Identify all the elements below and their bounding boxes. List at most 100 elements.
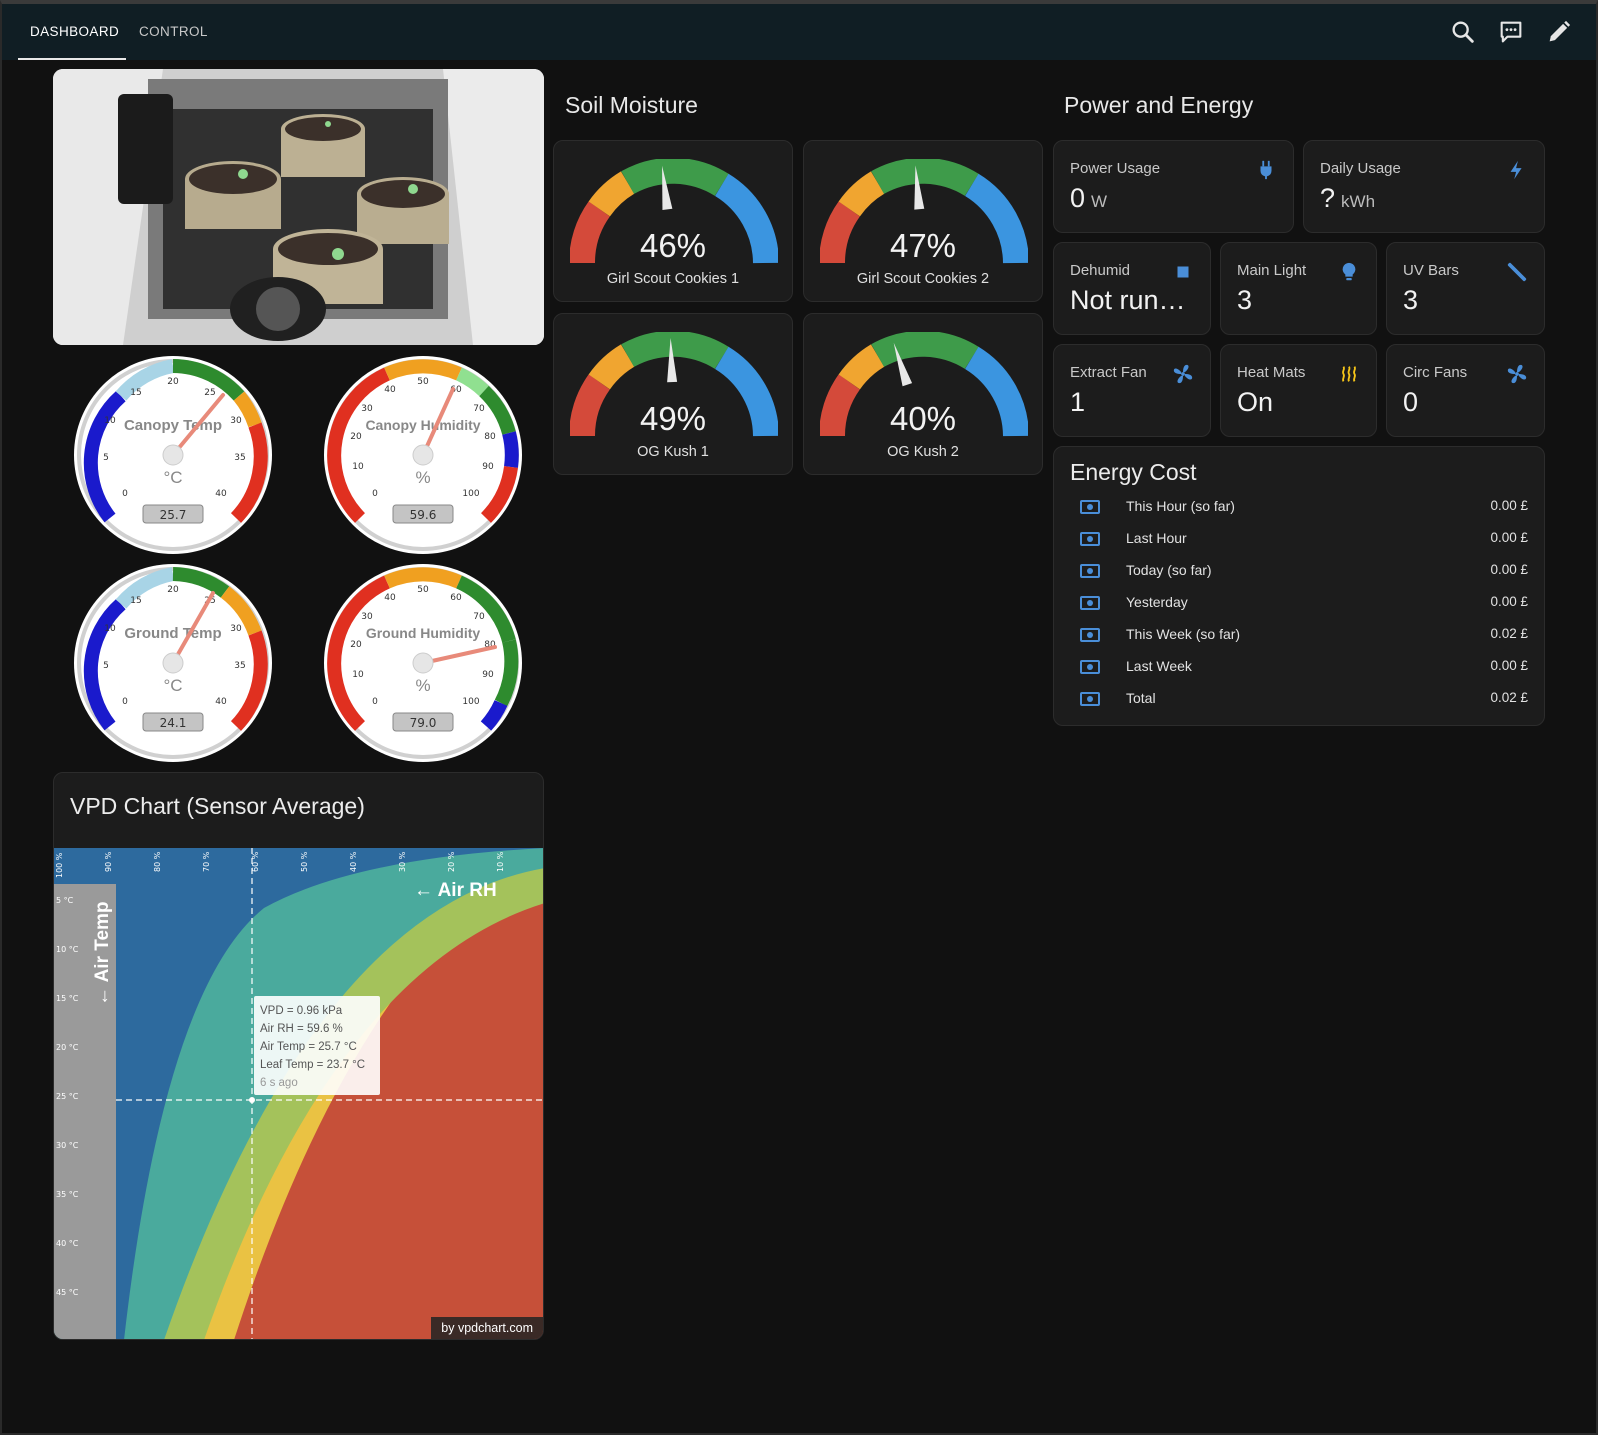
dehumid-card[interactable]: Dehumid Not running: [1053, 242, 1211, 335]
uv-bars-card[interactable]: UV Bars 3: [1386, 242, 1545, 335]
circ-fans-card[interactable]: Circ Fans 0: [1386, 344, 1545, 437]
tick-label: 70: [473, 404, 485, 414]
rh-tick: 50 %: [300, 851, 309, 872]
soil-gauge-card[interactable]: 47% Girl Scout Cookies 2: [803, 140, 1043, 302]
tick-label: 30: [361, 612, 373, 622]
vpd-chart-title: VPD Chart (Sensor Average): [70, 793, 365, 819]
lightning-bolt-icon: [1510, 160, 1522, 180]
tick-label: 10: [352, 670, 364, 680]
ground-temp-gauge: 0 5 10 15 20 25 30 35 40 Ground Temp °C …: [74, 564, 272, 762]
gauge-readout: 25.7: [160, 508, 187, 522]
cost-row[interactable]: Last Week 0.00 £: [1054, 651, 1544, 683]
tick-label: 90: [482, 462, 494, 472]
cost-row[interactable]: Today (so far) 0.00 £: [1054, 555, 1544, 587]
assist-chat-icon[interactable]: [1497, 18, 1525, 46]
rh-tick: 40 %: [349, 851, 358, 872]
gauge-title: Ground Temp: [124, 625, 221, 642]
entity-name: Heat Mats: [1237, 364, 1306, 381]
temp-tick: 10 °C: [56, 945, 79, 954]
soil-gauge-name: Girl Scout Cookies 1: [606, 271, 740, 287]
edit-pencil-icon[interactable]: [1545, 18, 1573, 46]
tab-control[interactable]: CONTROL: [139, 4, 208, 60]
cost-label: Last Week: [1126, 658, 1192, 674]
gauge-readout: 59.6: [410, 508, 437, 522]
temp-tick: 25 °C: [56, 1092, 79, 1101]
cost-label: Total: [1126, 690, 1156, 706]
extract-fan-card[interactable]: Extract Fan 1: [1053, 344, 1211, 437]
heat-mats-card[interactable]: Heat Mats On: [1220, 344, 1377, 437]
search-icon[interactable]: [1449, 18, 1477, 46]
gauge-readout: 24.1: [160, 716, 187, 730]
fan-icon: [1173, 364, 1193, 384]
gauge-title: Ground Humidity: [366, 625, 481, 641]
entity-unit: kWh: [1341, 192, 1376, 211]
top-app-bar: DASHBOARD CONTROL: [2, 4, 1596, 60]
camera-image: [53, 69, 544, 345]
vpdchart-credit-link[interactable]: by vpdchart.com: [431, 1317, 543, 1339]
cash-icon: [1080, 532, 1100, 546]
power-plug-icon: [1260, 160, 1272, 180]
air-temp-axis-label: ← Air Temp: [92, 901, 113, 1006]
entity-name: Dehumid: [1070, 262, 1131, 279]
tick-label: 0: [122, 697, 128, 707]
cash-icon: [1080, 500, 1100, 514]
tick-label: 0: [372, 489, 378, 499]
tooltip-leaf-temp: Leaf Temp = 23.7 °C: [260, 1059, 366, 1071]
tick-label: 20: [350, 432, 362, 442]
power-usage-card[interactable]: Power Usage 0W: [1053, 140, 1294, 233]
cost-row[interactable]: This Hour (so far) 0.00 £: [1054, 491, 1544, 523]
tick-label: 30: [361, 404, 373, 414]
rh-tick: 20 %: [447, 851, 456, 872]
tick-label: 100: [462, 489, 479, 499]
rh-tick: 30 %: [398, 851, 407, 872]
gauge-title: Canopy Humidity: [365, 417, 480, 433]
cost-row[interactable]: Total 0.02 £: [1054, 683, 1544, 715]
main-light-card[interactable]: Main Light 3: [1220, 242, 1377, 335]
entity-value: 1: [1070, 387, 1086, 417]
cost-value: 0.00 £: [1490, 594, 1528, 609]
tick-label: 90: [482, 670, 494, 680]
power-energy-title: Power and Energy: [1064, 92, 1254, 118]
entity-value: 3: [1403, 285, 1419, 315]
tooltip-vpd: VPD = 0.96 kPa: [260, 1005, 343, 1017]
cost-label: Today (so far): [1126, 562, 1212, 578]
cost-value: 0.00 £: [1490, 498, 1528, 513]
air-rh-axis-label: ← Air RH: [414, 880, 497, 901]
daily-usage-card[interactable]: Daily Usage ? kWh: [1303, 140, 1545, 233]
cost-row[interactable]: Last Hour 0.00 £: [1054, 523, 1544, 555]
tab-dashboard[interactable]: DASHBOARD: [30, 4, 119, 60]
tick-label: 50: [417, 377, 429, 387]
tick-label: 35: [234, 453, 245, 463]
tick-label: 10: [352, 462, 364, 472]
entity-unit: W: [1091, 192, 1108, 211]
tick-label: 40: [215, 489, 227, 499]
entity-name: Power Usage: [1070, 160, 1161, 177]
cost-row[interactable]: Yesterday 0.00 £: [1054, 587, 1544, 619]
temp-tick: 45 °C: [56, 1288, 79, 1297]
tick-label: 0: [372, 697, 378, 707]
cost-label: Last Hour: [1126, 530, 1187, 546]
heat-waves-icon: [1342, 366, 1356, 382]
gauge-unit: °C: [163, 676, 182, 695]
entity-name: Extract Fan: [1070, 364, 1147, 381]
cash-icon: [1080, 596, 1100, 610]
cost-row[interactable]: This Week (so far) 0.02 £: [1054, 619, 1544, 651]
gauge-unit: °C: [163, 468, 182, 487]
soil-gauge-card[interactable]: 40% OG Kush 2: [803, 313, 1043, 475]
entity-name: UV Bars: [1403, 262, 1459, 279]
rh-tick: 70 %: [202, 851, 211, 872]
grow-tent-camera-feed[interactable]: [53, 69, 544, 345]
canopy-humidity-gauge: 0 10 20 30 40 50 60 70 80 90 100 Canopy …: [324, 356, 522, 554]
entity-value: 0: [1403, 387, 1419, 417]
soil-gauge-card[interactable]: 46% Girl Scout Cookies 1: [553, 140, 793, 302]
cash-icon: [1080, 564, 1100, 578]
rh-tick: 80 %: [153, 851, 162, 872]
cash-icon: [1080, 628, 1100, 642]
temp-tick: 30 °C: [56, 1141, 79, 1150]
rh-tick: 10 %: [496, 851, 505, 872]
active-tab-indicator: [18, 58, 126, 60]
rh-tick: 90 %: [104, 851, 113, 872]
soil-gauge-card[interactable]: 49% OG Kush 1: [553, 313, 793, 475]
current-reading-marker: [249, 1097, 255, 1103]
soil-moisture-title: Soil Moisture: [565, 92, 698, 118]
